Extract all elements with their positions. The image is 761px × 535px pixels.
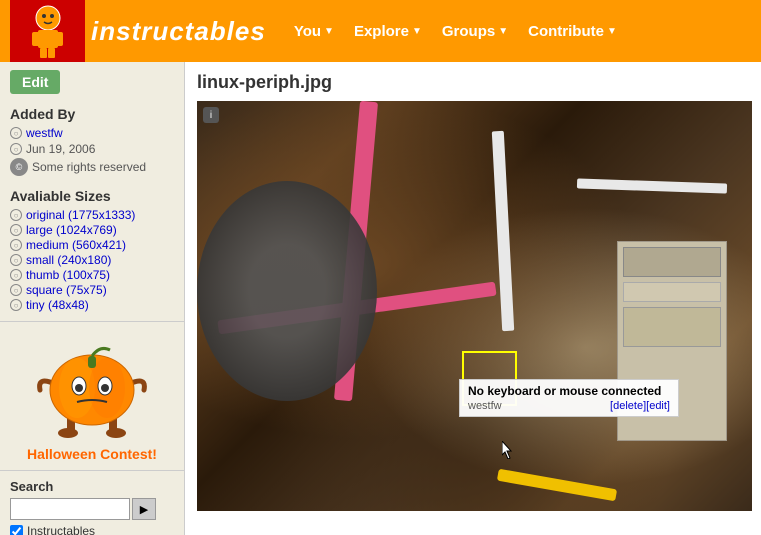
added-by-heading: Added By bbox=[10, 106, 174, 122]
tooltip-author: westfw bbox=[468, 400, 502, 412]
date-info: ○ Jun 19, 2006 bbox=[10, 142, 174, 156]
checkbox-instructables: Instructables bbox=[10, 524, 174, 535]
main-image bbox=[197, 101, 752, 511]
tooltip-delete-link[interactable]: [delete] bbox=[610, 400, 646, 412]
nav-you-arrow: ▼ bbox=[324, 26, 334, 37]
sidebar: Edit Added By ○ westfw ○ Jun 19, 2006 © … bbox=[0, 62, 185, 535]
tooltip-edit-link[interactable]: [edit] bbox=[646, 400, 670, 412]
size-icon: ○ bbox=[10, 239, 22, 251]
content-area: linux-periph.jpg bbox=[185, 62, 761, 535]
header: instructables You ▼ Explore ▼ Groups ▼ C… bbox=[0, 0, 761, 62]
nav-explore[interactable]: Explore ▼ bbox=[346, 19, 430, 44]
size-large[interactable]: ○ large (1024x769) bbox=[10, 223, 174, 237]
logo-area: instructables bbox=[10, 0, 266, 62]
tooltip-footer: westfw [delete][edit] bbox=[468, 400, 670, 412]
search-label: Search bbox=[10, 479, 174, 494]
size-icon: ○ bbox=[10, 284, 22, 296]
nav-contribute[interactable]: Contribute ▼ bbox=[520, 19, 625, 44]
author-link[interactable]: westfw bbox=[26, 126, 63, 140]
logo-text: instructables bbox=[91, 16, 266, 47]
main-layout: Edit Added By ○ westfw ○ Jun 19, 2006 © … bbox=[0, 62, 761, 535]
nav-groups-arrow: ▼ bbox=[498, 26, 508, 37]
size-square[interactable]: ○ square (75x75) bbox=[10, 283, 174, 297]
size-icon: ○ bbox=[10, 299, 22, 311]
date-text: Jun 19, 2006 bbox=[26, 142, 95, 156]
image-title: linux-periph.jpg bbox=[197, 72, 749, 93]
image-container[interactable]: i No keyboard or mouse connected westfw … bbox=[197, 101, 752, 511]
size-icon: ○ bbox=[10, 224, 22, 236]
info-icon[interactable]: i bbox=[203, 107, 219, 123]
edit-button[interactable]: Edit bbox=[10, 70, 60, 94]
author-info: ○ westfw bbox=[10, 126, 174, 140]
tooltip-actions: [delete][edit] bbox=[610, 400, 670, 412]
pumpkin-area: Halloween Contest! bbox=[0, 321, 184, 470]
pumpkin-image bbox=[32, 330, 152, 440]
rights-text: Some rights reserved bbox=[32, 160, 146, 174]
size-medium[interactable]: ○ medium (560x421) bbox=[10, 238, 174, 252]
tooltip-title: No keyboard or mouse connected bbox=[468, 384, 670, 398]
size-icon: ○ bbox=[10, 269, 22, 281]
author-icon: ○ bbox=[10, 127, 22, 139]
size-thumb[interactable]: ○ thumb (100x75) bbox=[10, 268, 174, 282]
sizes-section: Avaliable Sizes ○ original (1775x1333) ○… bbox=[0, 184, 184, 321]
instructables-checkbox[interactable] bbox=[10, 525, 23, 535]
rights-icon: © bbox=[10, 158, 28, 176]
nav-you[interactable]: You ▼ bbox=[286, 19, 342, 44]
sizes-list: ○ original (1775x1333) ○ large (1024x769… bbox=[10, 208, 174, 312]
logo-icon bbox=[10, 0, 85, 62]
contest-link[interactable]: Halloween Contest! bbox=[27, 446, 157, 462]
dark-equipment bbox=[197, 181, 377, 401]
size-original[interactable]: ○ original (1775x1333) bbox=[10, 208, 174, 222]
size-icon: ○ bbox=[10, 254, 22, 266]
rights-info: © Some rights reserved bbox=[10, 158, 174, 176]
date-icon: ○ bbox=[10, 143, 22, 155]
search-row: ▶ bbox=[10, 498, 174, 520]
added-by-section: Added By ○ westfw ○ Jun 19, 2006 © Some … bbox=[0, 102, 184, 184]
search-input[interactable] bbox=[10, 498, 130, 520]
tooltip: No keyboard or mouse connected westfw [d… bbox=[459, 379, 679, 417]
search-area: Search ▶ Instructables Comments bbox=[0, 470, 184, 535]
size-tiny[interactable]: ○ tiny (48x48) bbox=[10, 298, 174, 312]
nav-explore-arrow: ▼ bbox=[412, 26, 422, 37]
nav-contribute-arrow: ▼ bbox=[607, 26, 617, 37]
main-nav: You ▼ Explore ▼ Groups ▼ Contribute ▼ bbox=[286, 19, 625, 44]
size-small[interactable]: ○ small (240x180) bbox=[10, 253, 174, 267]
search-button[interactable]: ▶ bbox=[132, 498, 156, 520]
nav-groups[interactable]: Groups ▼ bbox=[434, 19, 516, 44]
sizes-heading: Avaliable Sizes bbox=[10, 188, 174, 204]
size-icon: ○ bbox=[10, 209, 22, 221]
